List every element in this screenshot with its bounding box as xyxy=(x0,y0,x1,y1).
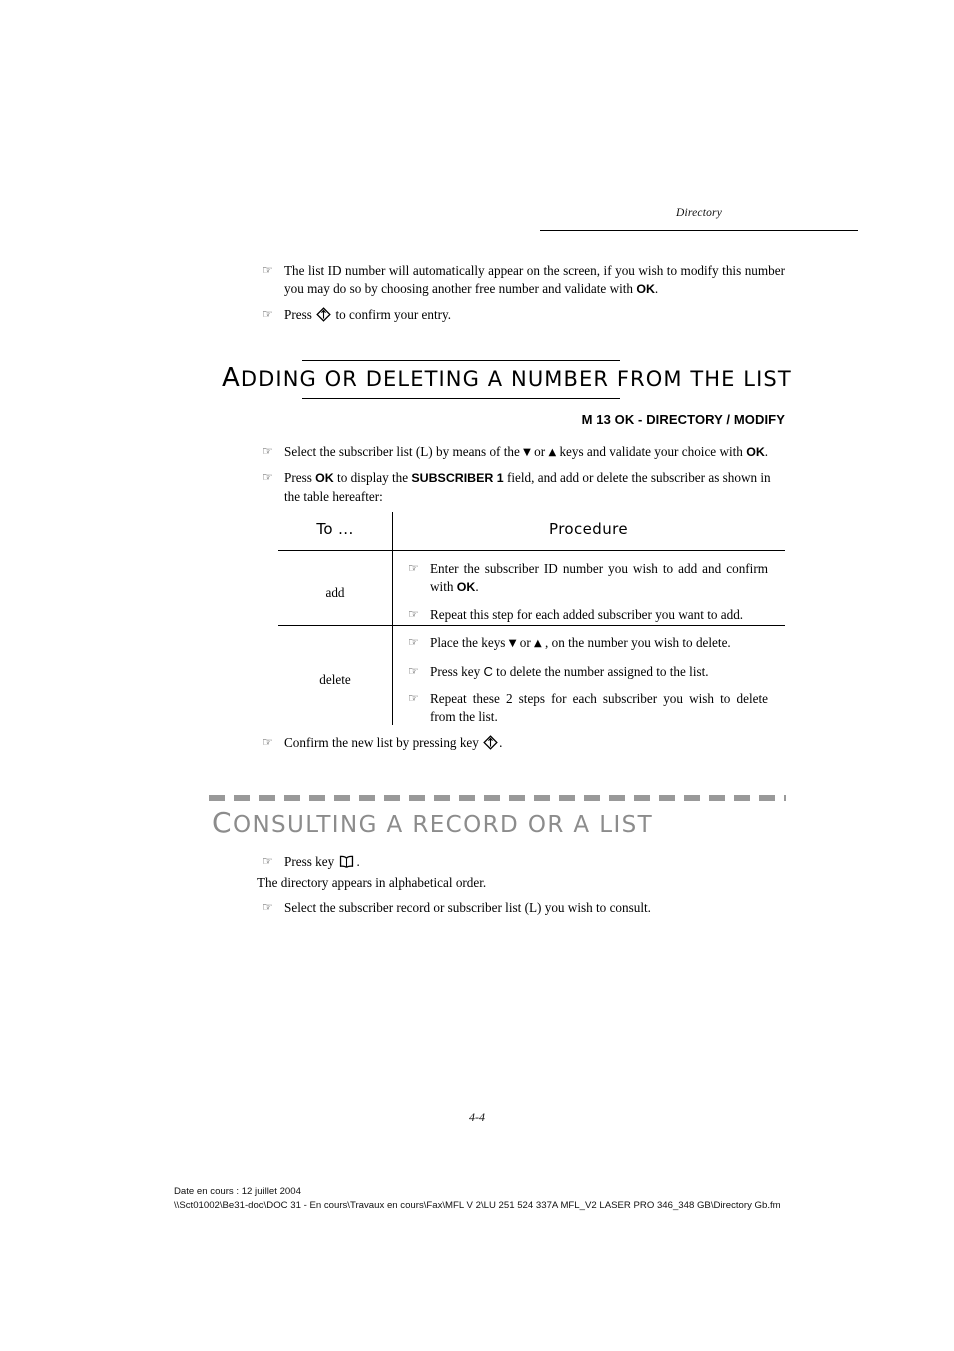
hand-pointer-icon: ☞ xyxy=(262,307,273,321)
bullet-modify-id-number: ☞ The list ID number will automatically … xyxy=(262,262,785,298)
hand-pointer-icon: ☞ xyxy=(408,691,419,705)
diamond-validate-key-icon xyxy=(316,307,331,322)
bold-ok: OK xyxy=(456,579,476,594)
hand-pointer-icon: ☞ xyxy=(262,900,273,914)
bullet-text: Confirm the new list by pressing key . xyxy=(284,735,503,750)
table-step-repeat-delete: ☞ Repeat these 2 steps for each subscrib… xyxy=(408,690,768,725)
key-c-label: C xyxy=(483,663,493,679)
bullet-select-record-or-list: ☞ Select the subscriber record or subscr… xyxy=(262,899,785,917)
bullet-text: Select the subscriber list (L) by means … xyxy=(284,444,769,459)
header-rule xyxy=(540,230,858,231)
bold-ok: OK xyxy=(636,281,655,296)
footer-date-line: Date en cours : 12 juillet 2004 xyxy=(174,1186,301,1197)
hand-pointer-icon: ☞ xyxy=(262,470,273,484)
table-header-to: To ... xyxy=(316,520,354,538)
open-book-directory-key-icon xyxy=(338,855,355,868)
heading-rule-top xyxy=(302,360,620,361)
note-alphabetical-order: The directory appears in alphabetical or… xyxy=(257,874,780,892)
bullet-text: Press to confirm your entry. xyxy=(284,307,452,322)
section-decorative-dashed-band xyxy=(209,795,786,801)
table-column-divider xyxy=(392,512,393,725)
step-text: Repeat these 2 steps for each subscriber… xyxy=(430,691,768,724)
table-step-repeat-added: ☞ Repeat this step for each added subscr… xyxy=(408,606,768,624)
hand-pointer-icon: ☞ xyxy=(408,663,419,678)
bullet-confirm-new-list: ☞ Confirm the new list by pressing key . xyxy=(262,734,785,752)
bullet-text: The list ID number will automatically ap… xyxy=(284,263,785,296)
table-header-procedure: Procedure xyxy=(549,520,628,538)
table-step-press-key-c: ☞ Press key C to delete the number assig… xyxy=(408,663,768,681)
table-row-label-add: add xyxy=(325,585,345,600)
bullet-confirm-entry: ☞ Press to confirm your entry. xyxy=(262,306,785,324)
page-number: 4-4 xyxy=(469,1110,485,1124)
arrow-up-icon: ▲ xyxy=(534,638,542,649)
table-step-place-keys: ☞ Place the keys ▼ or ▲ , on the number … xyxy=(408,634,768,653)
bold-ok: OK xyxy=(315,471,334,485)
step-text: Repeat this step for each added subscrib… xyxy=(430,607,744,622)
hand-pointer-icon: ☞ xyxy=(262,444,273,458)
bullet-text: Select the subscriber record or subscrib… xyxy=(284,900,651,915)
bullet-press-directory-key: ☞ Press key . xyxy=(262,853,785,871)
bullet-text: Press key . xyxy=(284,854,360,869)
diamond-validate-key-icon xyxy=(483,735,498,750)
note-text: The directory appears in alphabetical or… xyxy=(257,875,487,890)
table-cell-add-steps: ☞ Enter the subscriber ID number you wis… xyxy=(408,560,768,634)
heading-rule-bottom xyxy=(302,398,620,399)
document-page: Directory ☞ The list ID number will auto… xyxy=(0,0,954,1351)
menu-path-label: M 13 OK - DIRECTORY / MODIFY xyxy=(581,412,785,427)
running-header: Directory xyxy=(540,203,858,221)
table-header-rule xyxy=(278,550,785,551)
hand-pointer-icon: ☞ xyxy=(408,607,419,621)
bullet-text: Press OK to display the SUBSCRIBER 1 fie… xyxy=(284,470,771,504)
bullet-press-ok-subscriber: ☞ Press OK to display the SUBSCRIBER 1 f… xyxy=(262,469,785,505)
arrow-up-icon: ▲ xyxy=(548,447,557,458)
step-text: Press key C to delete the number assigne… xyxy=(430,663,709,679)
footer-path-line: \\Sct01002\Be31-doc\DOC 31 - En cours\Tr… xyxy=(174,1199,781,1211)
document-footer: Date en cours : 12 juillet 2004 \\Sct010… xyxy=(174,1185,781,1212)
bold-ok: OK xyxy=(746,445,765,459)
section-heading-text: ADDING OR DELETING A NUMBER FROM THE LIS… xyxy=(222,363,792,393)
bullet-select-subscriber-list: ☞ Select the subscriber list (L) by mean… xyxy=(262,443,785,462)
chapter-title: Directory xyxy=(675,207,723,219)
table-cell-delete-steps: ☞ Place the keys ▼ or ▲ , on the number … xyxy=(408,634,768,735)
table-step-enter-subscriber-id: ☞ Enter the subscriber ID number you wis… xyxy=(408,560,768,596)
bold-subscriber-field: SUBSCRIBER 1 xyxy=(411,471,504,485)
hand-pointer-icon: ☞ xyxy=(408,561,419,575)
section-heading-consulting: CONSULTING A RECORD OR A LIST xyxy=(212,806,654,839)
hand-pointer-icon: ☞ xyxy=(262,735,273,749)
arrow-down-icon: ▼ xyxy=(523,447,531,458)
step-text: Enter the subscriber ID number you wish … xyxy=(430,561,768,594)
hand-pointer-icon: ☞ xyxy=(262,854,273,868)
hand-pointer-icon: ☞ xyxy=(262,263,273,277)
hand-pointer-icon: ☞ xyxy=(408,635,419,649)
step-text: Place the keys ▼ or ▲ , on the number yo… xyxy=(430,635,731,650)
table-row-label-delete: delete xyxy=(319,672,351,687)
